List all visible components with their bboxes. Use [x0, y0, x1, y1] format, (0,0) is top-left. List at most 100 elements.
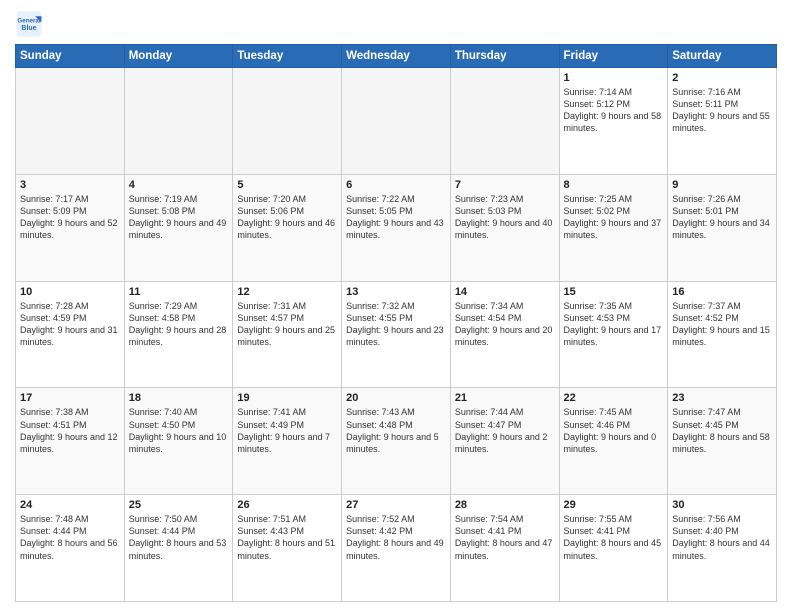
week-row-1: 1Sunrise: 7:14 AM Sunset: 5:12 PM Daylig…	[16, 68, 777, 175]
day-info: Sunrise: 7:52 AM Sunset: 4:42 PM Dayligh…	[346, 513, 446, 562]
day-number: 21	[455, 392, 555, 404]
weekday-header-monday: Monday	[124, 45, 233, 68]
day-number: 8	[564, 179, 664, 191]
day-info: Sunrise: 7:28 AM Sunset: 4:59 PM Dayligh…	[20, 300, 120, 349]
calendar-cell: 4Sunrise: 7:19 AM Sunset: 5:08 PM Daylig…	[124, 174, 233, 281]
calendar-cell: 16 Sunrise: 7:37 AM Sunset: 4:52 PM Dayli…	[668, 281, 777, 388]
day-info: Sunrise: 7:56 AM Sunset: 4:40 PM Dayligh…	[672, 513, 772, 562]
day-info: Sunrise: 7:32 AM Sunset: 4:55 PM Dayligh…	[346, 300, 446, 349]
day-number: 27	[346, 499, 446, 511]
calendar-cell: 19 Sunrise: 7:41 AM Sunset: 4:49 PM Dayli…	[233, 388, 342, 495]
day-info: Sunrise: 7:41 AM Sunset: 4:49 PM Dayligh…	[237, 406, 337, 455]
day-number: 17	[20, 392, 120, 404]
calendar-cell: 29 Sunrise: 7:55 AM Sunset: 4:41 PM Dayli…	[559, 495, 668, 602]
calendar-cell: 20 Sunrise: 7:43 AM Sunset: 4:48 PM Dayli…	[342, 388, 451, 495]
calendar-cell: 30 Sunrise: 7:56 AM Sunset: 4:40 PM Dayli…	[668, 495, 777, 602]
calendar-cell: 1Sunrise: 7:14 AM Sunset: 5:12 PM Daylig…	[559, 68, 668, 175]
calendar-cell: 15Sunrise: 7:35 AM Sunset: 4:53 PM Dayli…	[559, 281, 668, 388]
calendar-cell: 8 Sunrise: 7:25 AM Sunset: 5:02 PM Daylig…	[559, 174, 668, 281]
calendar-table: SundayMondayTuesdayWednesdayThursdayFrid…	[15, 44, 777, 602]
day-info: Sunrise: 7:34 AM Sunset: 4:54 PM Dayligh…	[455, 300, 555, 349]
week-row-3: 10Sunrise: 7:28 AM Sunset: 4:59 PM Dayli…	[16, 281, 777, 388]
calendar-cell: 28 Sunrise: 7:54 AM Sunset: 4:41 PM Dayli…	[450, 495, 559, 602]
day-info: Sunrise: 7:48 AM Sunset: 4:44 PM Dayligh…	[20, 513, 120, 562]
weekday-header-row: SundayMondayTuesdayWednesdayThursdayFrid…	[16, 45, 777, 68]
calendar-cell: 23 Sunrise: 7:47 AM Sunset: 4:45 PM Dayli…	[668, 388, 777, 495]
calendar-cell: 25 Sunrise: 7:50 AM Sunset: 4:44 PM Dayli…	[124, 495, 233, 602]
day-info: Sunrise: 7:55 AM Sunset: 4:41 PM Dayligh…	[564, 513, 664, 562]
calendar-cell: 6 Sunrise: 7:22 AM Sunset: 5:05 PM Daylig…	[342, 174, 451, 281]
day-number: 3	[20, 179, 120, 191]
day-number: 28	[455, 499, 555, 511]
calendar-cell: 3 Sunrise: 7:17 AM Sunset: 5:09 PM Daylig…	[16, 174, 125, 281]
calendar-cell	[342, 68, 451, 175]
day-info: Sunrise: 7:50 AM Sunset: 4:44 PM Dayligh…	[129, 513, 229, 562]
header: General Blue	[15, 10, 777, 38]
weekday-header-saturday: Saturday	[668, 45, 777, 68]
day-info: Sunrise: 7:44 AM Sunset: 4:47 PM Dayligh…	[455, 406, 555, 455]
day-number: 23	[672, 392, 772, 404]
day-number: 1	[564, 72, 664, 84]
weekday-header-tuesday: Tuesday	[233, 45, 342, 68]
logo: General Blue	[15, 10, 43, 38]
calendar-cell	[124, 68, 233, 175]
day-number: 25	[129, 499, 229, 511]
day-info: Sunrise: 7:51 AM Sunset: 4:43 PM Dayligh…	[237, 513, 337, 562]
calendar-cell: 11 Sunrise: 7:29 AM Sunset: 4:58 PM Dayli…	[124, 281, 233, 388]
day-info: Sunrise: 7:31 AM Sunset: 4:57 PM Dayligh…	[237, 300, 337, 349]
day-info: Sunrise: 7:17 AM Sunset: 5:09 PM Dayligh…	[20, 193, 120, 242]
week-row-4: 17 Sunrise: 7:38 AM Sunset: 4:51 PM Dayli…	[16, 388, 777, 495]
day-info: Sunrise: 7:45 AM Sunset: 4:46 PM Dayligh…	[564, 406, 664, 455]
day-info: Sunrise: 7:29 AM Sunset: 4:58 PM Dayligh…	[129, 300, 229, 349]
calendar-cell: 22 Sunrise: 7:45 AM Sunset: 4:46 PM Dayli…	[559, 388, 668, 495]
day-info: Sunrise: 7:47 AM Sunset: 4:45 PM Dayligh…	[672, 406, 772, 455]
day-number: 12	[237, 286, 337, 298]
calendar-cell: 21 Sunrise: 7:44 AM Sunset: 4:47 PM Dayli…	[450, 388, 559, 495]
calendar-cell: 7 Sunrise: 7:23 AM Sunset: 5:03 PM Daylig…	[450, 174, 559, 281]
day-info: Sunrise: 7:43 AM Sunset: 4:48 PM Dayligh…	[346, 406, 446, 455]
day-number: 26	[237, 499, 337, 511]
calendar-cell	[233, 68, 342, 175]
day-info: Sunrise: 7:40 AM Sunset: 4:50 PM Dayligh…	[129, 406, 229, 455]
logo-icon: General Blue	[15, 10, 43, 38]
day-info: Sunrise: 7:20 AM Sunset: 5:06 PM Dayligh…	[237, 193, 337, 242]
calendar-cell: 24 Sunrise: 7:48 AM Sunset: 4:44 PM Dayli…	[16, 495, 125, 602]
svg-text:Blue: Blue	[21, 25, 36, 32]
day-number: 19	[237, 392, 337, 404]
day-number: 2	[672, 72, 772, 84]
page: General Blue SundayMondayTuesdayWednesda…	[0, 0, 792, 612]
day-info: Sunrise: 7:23 AM Sunset: 5:03 PM Dayligh…	[455, 193, 555, 242]
calendar-cell	[16, 68, 125, 175]
day-number: 24	[20, 499, 120, 511]
day-number: 16	[672, 286, 772, 298]
calendar-cell: 17 Sunrise: 7:38 AM Sunset: 4:51 PM Dayli…	[16, 388, 125, 495]
day-number: 22	[564, 392, 664, 404]
day-number: 4	[129, 179, 229, 191]
day-info: Sunrise: 7:22 AM Sunset: 5:05 PM Dayligh…	[346, 193, 446, 242]
day-info: Sunrise: 7:38 AM Sunset: 4:51 PM Dayligh…	[20, 406, 120, 455]
day-number: 7	[455, 179, 555, 191]
day-number: 20	[346, 392, 446, 404]
calendar-cell: 12 Sunrise: 7:31 AM Sunset: 4:57 PM Dayli…	[233, 281, 342, 388]
calendar-cell: 27 Sunrise: 7:52 AM Sunset: 4:42 PM Dayli…	[342, 495, 451, 602]
day-number: 9	[672, 179, 772, 191]
day-number: 30	[672, 499, 772, 511]
day-number: 15	[564, 286, 664, 298]
weekday-header-wednesday: Wednesday	[342, 45, 451, 68]
calendar-cell: 26 Sunrise: 7:51 AM Sunset: 4:43 PM Dayli…	[233, 495, 342, 602]
calendar-cell: 9 Sunrise: 7:26 AM Sunset: 5:01 PM Daylig…	[668, 174, 777, 281]
weekday-header-sunday: Sunday	[16, 45, 125, 68]
calendar-cell: 13 Sunrise: 7:32 AM Sunset: 4:55 PM Dayli…	[342, 281, 451, 388]
day-number: 5	[237, 179, 337, 191]
week-row-5: 24 Sunrise: 7:48 AM Sunset: 4:44 PM Dayli…	[16, 495, 777, 602]
weekday-header-friday: Friday	[559, 45, 668, 68]
day-number: 6	[346, 179, 446, 191]
day-number: 29	[564, 499, 664, 511]
day-info: Sunrise: 7:54 AM Sunset: 4:41 PM Dayligh…	[455, 513, 555, 562]
calendar-cell: 5 Sunrise: 7:20 AM Sunset: 5:06 PM Daylig…	[233, 174, 342, 281]
day-info: Sunrise: 7:26 AM Sunset: 5:01 PM Dayligh…	[672, 193, 772, 242]
day-info: Sunrise: 7:37 AM Sunset: 4:52 PM Dayligh…	[672, 300, 772, 349]
day-number: 11	[129, 286, 229, 298]
day-info: Sunrise: 7:25 AM Sunset: 5:02 PM Dayligh…	[564, 193, 664, 242]
day-number: 13	[346, 286, 446, 298]
